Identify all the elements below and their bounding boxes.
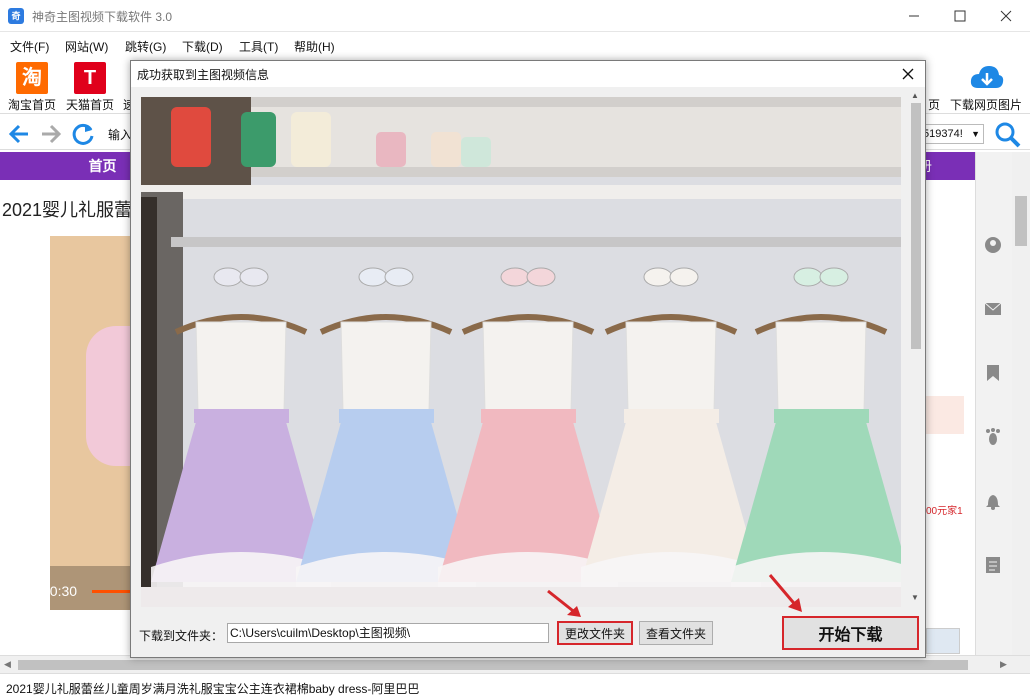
video-preview[interactable] bbox=[141, 97, 901, 607]
status-bar: 2021婴儿礼服蕾丝儿童周岁满月洗礼服宝宝公主连衣裙棉baby dress-阿里… bbox=[0, 673, 1030, 700]
page-scroll-thumb[interactable] bbox=[1015, 196, 1027, 246]
cloud-download-icon bbox=[970, 66, 1004, 88]
tmall-home-button[interactable]: T 天猫首页 bbox=[66, 62, 116, 112]
menu-goto[interactable]: 跳转(G) bbox=[125, 38, 166, 55]
dialog-vertical-scrollbar[interactable]: ▲ ▼ bbox=[907, 87, 925, 607]
dialog-scroll-thumb[interactable] bbox=[911, 103, 921, 349]
annotation-arrow-start-download bbox=[768, 574, 802, 612]
forward-arrow-icon[interactable] bbox=[38, 121, 64, 147]
change-folder-button[interactable]: 更改文件夹 bbox=[557, 621, 633, 645]
thumbnail-strip bbox=[2, 610, 130, 655]
menu-tools[interactable]: 工具(T) bbox=[239, 38, 278, 55]
tmall-icon: T bbox=[74, 62, 106, 94]
annotation-arrow-change-folder bbox=[547, 589, 581, 617]
page-hscroll-thumb[interactable] bbox=[18, 660, 968, 670]
video-time: 00:30 bbox=[42, 583, 78, 599]
user-circle-icon[interactable] bbox=[984, 236, 1002, 254]
page-vertical-scrollbar[interactable] bbox=[1012, 152, 1030, 655]
menu-file[interactable]: 文件(F) bbox=[10, 38, 49, 55]
video-frame-image bbox=[141, 97, 901, 607]
bookmark-icon[interactable] bbox=[986, 364, 1000, 382]
app-title: 神奇主图视频下载软件 3.0 bbox=[32, 10, 173, 24]
download-page-images-button[interactable]: 下载网页图片 bbox=[948, 62, 1024, 112]
close-icon bbox=[1000, 10, 1012, 22]
video-info-dialog: 成功获取到主图视频信息 ▲ ▼ 下载到文件夹： C:\Users\cuilm\D… bbox=[130, 60, 926, 658]
page-thumb-partial bbox=[926, 628, 960, 654]
scroll-down-icon[interactable]: ▼ bbox=[911, 593, 919, 602]
taobao-home-label: 淘宝首页 bbox=[8, 98, 57, 112]
start-download-button[interactable]: 开始下载 bbox=[782, 616, 919, 650]
url-dropdown[interactable]: 519374! ▼ bbox=[920, 124, 984, 144]
tmall-home-label: 天猫首页 bbox=[66, 98, 115, 112]
dialog-title: 成功获取到主图视频信息 bbox=[137, 68, 270, 82]
price-tag-partial: 00元家1 bbox=[926, 506, 963, 517]
video-progress-bar[interactable] bbox=[92, 590, 130, 593]
view-folder-button[interactable]: 查看文件夹 bbox=[639, 621, 713, 645]
product-video-preview[interactable] bbox=[50, 236, 132, 610]
preview-garment bbox=[86, 326, 132, 466]
dialog-close-button[interactable] bbox=[891, 61, 925, 87]
minimize-icon bbox=[909, 15, 919, 17]
chevron-down-icon: ▼ bbox=[971, 129, 980, 139]
folder-label: 下载到文件夹： bbox=[139, 629, 224, 643]
search-icon[interactable] bbox=[994, 121, 1022, 149]
product-title: 2021婴儿礼服蕾 bbox=[2, 200, 133, 220]
scroll-up-icon[interactable]: ▲ bbox=[911, 91, 919, 100]
bell-icon[interactable] bbox=[985, 492, 1001, 510]
menu-download[interactable]: 下载(D) bbox=[182, 38, 223, 55]
page-right-column bbox=[926, 236, 966, 656]
maximize-icon bbox=[954, 10, 966, 22]
close-icon bbox=[902, 68, 914, 80]
close-button[interactable] bbox=[983, 0, 1029, 32]
taobao-icon: 淘 bbox=[16, 62, 48, 94]
footprint-icon[interactable] bbox=[985, 428, 1001, 446]
folder-path-input[interactable]: C:\Users\cuilm\Desktop\主图视频\ bbox=[227, 623, 549, 643]
refresh-icon[interactable] bbox=[70, 121, 96, 147]
url-input-label: 输入 bbox=[108, 128, 133, 142]
minimize-button[interactable] bbox=[891, 0, 937, 32]
scroll-right-icon[interactable]: ▶ bbox=[1000, 659, 1007, 670]
url-partial-text: 519374! bbox=[923, 128, 963, 140]
menu-help[interactable]: 帮助(H) bbox=[294, 38, 335, 55]
page-right-highlight bbox=[926, 396, 964, 434]
download-page-images-label: 下载网页图片 bbox=[950, 98, 1023, 112]
mail-icon[interactable] bbox=[984, 302, 1002, 316]
scroll-left-icon[interactable]: ◀ bbox=[4, 659, 11, 670]
title-bar: 奇 神奇主图视频下载软件 3.0 bbox=[0, 0, 1030, 32]
status-text: 2021婴儿礼服蕾丝儿童周岁满月洗礼服宝宝公主连衣裙棉baby dress-阿里… bbox=[6, 682, 420, 696]
toolbar-partial-right-label: 页 bbox=[928, 98, 941, 112]
maximize-button[interactable] bbox=[937, 0, 983, 32]
app-icon: 奇 bbox=[8, 8, 24, 24]
play-icon[interactable] bbox=[8, 581, 26, 601]
back-arrow-icon[interactable] bbox=[6, 121, 32, 147]
menu-website[interactable]: 网站(W) bbox=[65, 38, 108, 55]
taobao-home-button[interactable]: 淘 淘宝首页 bbox=[8, 62, 58, 112]
document-icon[interactable] bbox=[985, 556, 1001, 574]
dialog-title-bar: 成功获取到主图视频信息 bbox=[131, 61, 925, 87]
